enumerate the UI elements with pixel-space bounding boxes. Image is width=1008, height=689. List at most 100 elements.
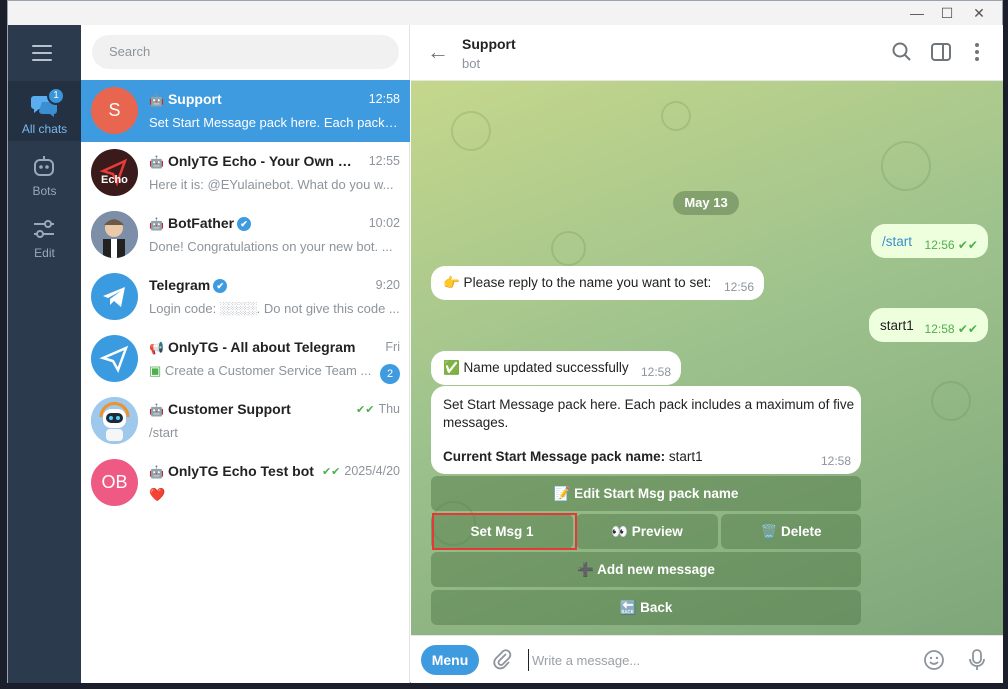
- chat-name: 🤖 Customer Support: [149, 401, 291, 417]
- chat-item-botfather[interactable]: 🤖 BotFather ✔ 10:02 Done! Congratulations …: [81, 204, 410, 266]
- botfather-portrait-icon: [91, 211, 138, 258]
- robot-support-icon: [91, 397, 138, 444]
- paperclip-icon[interactable]: [491, 648, 513, 670]
- date-separator: May 13: [673, 191, 739, 215]
- preview-button[interactable]: 👀 Preview: [576, 514, 718, 549]
- avatar: OB: [91, 459, 138, 506]
- conversation-area: May 13 /start 12:56 ✔✔ 👉 Please reply to…: [411, 81, 1003, 635]
- chat-list-panel: Search S 🤖 Support 12:58 Set Start Messag…: [81, 25, 410, 683]
- chat-preview: /start: [149, 425, 178, 440]
- minimize-button[interactable]: —: [902, 1, 932, 25]
- chat-item-onlytg-echo-test[interactable]: OB 🤖 OnlyTG Echo Test bot ✔✔ 2025/4/20 ❤️: [81, 452, 410, 514]
- rail-item-edit[interactable]: Edit: [8, 205, 81, 265]
- search-icon[interactable]: [891, 41, 913, 63]
- rail-label: Bots: [32, 184, 57, 198]
- edit-pack-name-button[interactable]: 📝 Edit Start Msg pack name: [431, 476, 861, 511]
- chat-title[interactable]: Support: [462, 36, 516, 52]
- message-time: 12:58: [640, 365, 671, 379]
- delete-button[interactable]: 🗑️ Delete: [721, 514, 861, 549]
- avatar: Echo: [91, 149, 138, 196]
- app-window: — ☐ ✕ 1 All chats Bots Edit Search S 🤖 S…: [7, 0, 1003, 683]
- avatar: [91, 397, 138, 444]
- bot-icon: 🤖: [149, 403, 164, 417]
- chat-time: 12:55: [368, 154, 400, 168]
- chat-preview: Here it is: @EYulainebot. What do you w.…: [149, 177, 394, 192]
- message-time: 12:58 ✔✔: [924, 322, 978, 336]
- chat-subtitle: bot: [462, 56, 481, 71]
- chat-time: ✔✔ 2025/4/20: [321, 464, 400, 478]
- hamburger-menu-icon[interactable]: [32, 45, 52, 61]
- paper-plane-logo-icon: [99, 345, 129, 374]
- chat-name: 📢 OnlyTG - All about Telegram: [149, 339, 356, 355]
- back-arrow-icon[interactable]: ←: [427, 39, 449, 65]
- chat-name: 🤖 OnlyTG Echo Test bot: [149, 463, 314, 479]
- robot-icon: [34, 156, 54, 176]
- bot-menu-button[interactable]: Menu: [421, 645, 479, 675]
- chat-time: 10:02: [368, 216, 400, 230]
- chat-name: 🤖 OnlyTG Echo - Your Own Busi...: [149, 153, 359, 169]
- chat-item-telegram[interactable]: Telegram ✔ 9:20 Login code: ░░░░. Do not …: [81, 266, 410, 328]
- telegram-logo-icon: [103, 287, 125, 307]
- message-composer: Menu: [411, 635, 1003, 683]
- chat-preview: Set Start Message pack here. Each pack i…: [149, 115, 400, 130]
- sidebar-toggle-icon[interactable]: [930, 41, 952, 63]
- chat-preview: ❤️: [149, 487, 166, 502]
- bot-icon: 🤖: [149, 465, 164, 479]
- read-check-icon: ✔✔: [356, 404, 375, 416]
- emoji-icon[interactable]: [923, 649, 945, 671]
- message-input[interactable]: [528, 649, 908, 671]
- message-in: 👉 Please reply to the name you want to s…: [431, 266, 764, 300]
- back-button[interactable]: 🔙 Back: [431, 590, 861, 625]
- annotation-highlight-box: [432, 513, 577, 550]
- message-in: Set Start Message pack here. Each pack i…: [431, 386, 861, 474]
- chat-time: Fri: [385, 340, 400, 354]
- close-button[interactable]: ✕: [964, 1, 994, 25]
- rail-item-bots[interactable]: Bots: [8, 143, 81, 203]
- unread-badge: 2: [380, 364, 400, 384]
- verified-icon: ✔: [237, 217, 252, 231]
- microphone-icon[interactable]: [968, 648, 986, 672]
- background-doodle: [551, 231, 586, 266]
- rail-item-all-chats[interactable]: 1 All chats: [8, 81, 81, 141]
- maximize-button[interactable]: ☐: [932, 1, 962, 25]
- chat-time: ✔✔ Thu: [356, 402, 400, 416]
- sliders-icon: [34, 220, 54, 238]
- background-doodle: [661, 101, 691, 131]
- title-bar: — ☐ ✕: [8, 1, 1002, 25]
- image-thumbnail-icon: ▣: [149, 363, 165, 378]
- background-doodle: [931, 381, 971, 421]
- message-in: ✅ Name updated successfully 12:58: [431, 351, 681, 385]
- bot-icon: 🤖: [149, 155, 164, 169]
- chat-name: 🤖 Support: [149, 91, 222, 107]
- chat-time: 9:20: [375, 278, 400, 292]
- rail-label: All chats: [21, 122, 68, 136]
- more-options-icon[interactable]: [973, 41, 981, 63]
- chat-header: ← Support bot: [411, 25, 1003, 81]
- command-link[interactable]: /start: [882, 234, 912, 249]
- rail-label: Edit: [34, 246, 55, 260]
- chat-preview: Login code: ░░░░. Do not give this code …: [149, 301, 400, 316]
- chat-time: 12:58: [368, 92, 400, 106]
- unread-badge: 1: [47, 87, 65, 105]
- read-check-icon: ✔✔: [321, 466, 341, 478]
- add-new-message-button[interactable]: ➕ Add new message: [431, 552, 861, 587]
- folder-rail: 1 All chats Bots Edit: [8, 25, 81, 683]
- message-text: Current Start Message pack name: start1: [443, 449, 703, 464]
- bot-icon: 🤖: [149, 93, 164, 107]
- chat-item-customer-support[interactable]: 🤖 Customer Support ✔✔ Thu /start: [81, 390, 410, 452]
- chat-preview: ▣ Create a Customer Service Team ...: [149, 363, 372, 378]
- message-time: 12:58: [820, 454, 851, 468]
- chat-item-support[interactable]: S 🤖 Support 12:58 Set Start Message pack …: [81, 80, 410, 142]
- chat-item-onlytg-channel[interactable]: 📢 OnlyTG - All about Telegram Fri ▣ Creat…: [81, 328, 410, 390]
- megaphone-icon: 📢: [149, 341, 164, 355]
- message-text: ✅ Name updated successfully: [443, 360, 629, 375]
- message-time: 12:56: [723, 280, 754, 294]
- background-doodle: [881, 141, 931, 191]
- bot-icon: 🤖: [149, 217, 164, 231]
- search-input[interactable]: Search: [92, 35, 399, 69]
- verified-icon: ✔: [213, 279, 228, 293]
- message-out: /start 12:56 ✔✔: [871, 224, 988, 258]
- chat-item-onlytg-echo[interactable]: Echo 🤖 OnlyTG Echo - Your Own Busi... 12:…: [81, 142, 410, 204]
- avatar: [91, 335, 138, 382]
- message-out: start1 12:58 ✔✔: [869, 308, 988, 342]
